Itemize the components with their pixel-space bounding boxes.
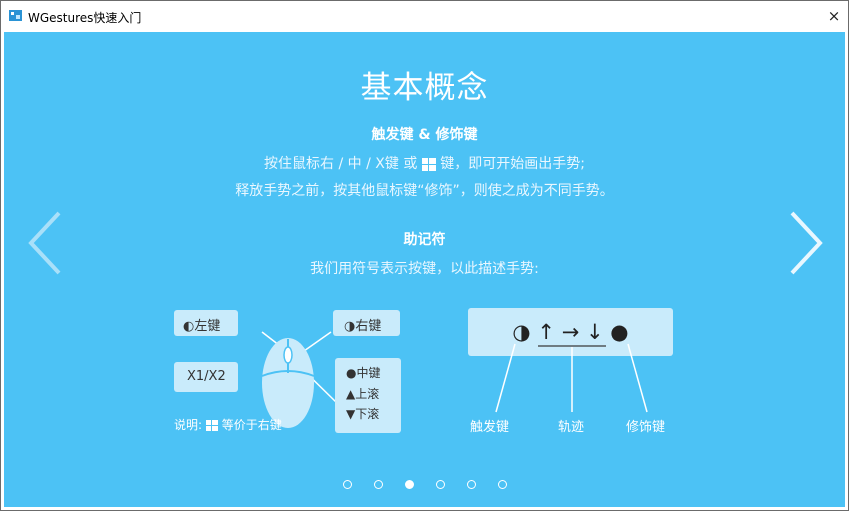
note-before: 说明: [174,418,203,432]
right-key-box: ◑右键 [333,310,400,336]
left-key-label: ◐左键 [183,319,221,334]
close-button[interactable]: × [820,1,848,31]
middle-key-box: ●中键 ▲上滚 ▼下滚 [335,358,401,433]
section-text-line1: 按住鼠标右 / 中 / X键 或 键，即可开始画出手势; [4,153,845,173]
windows-key-icon [421,157,436,171]
title-bar: WGestures快速入门 × [1,1,848,31]
right-key-label: ◑右键 [344,319,382,334]
section-text-line2: 释放手势之前，按其他鼠标键“修饰”，则使之成为不同手势。 [235,183,614,199]
app-window: WGestures快速入门 × 基本概念 触发键 & 修饰键 按住鼠标右 / 中… [0,0,849,511]
pagination-dots [4,474,845,493]
next-arrow-icon[interactable] [785,210,825,276]
page-dot-6[interactable] [497,480,507,489]
page-dot-5[interactable] [466,480,476,489]
scroll-up-label: ▲上滚 [346,387,380,401]
page-dot-2[interactable] [373,480,383,489]
left-key-box: ◐左键 [174,310,238,336]
mnemonic-description: 我们用符号表示按键，以此描述手势: [310,261,539,277]
page-dot-1[interactable] [342,480,352,489]
x-keys-box: X1/X2 [174,362,238,392]
page-heading: 基本概念 [360,70,489,106]
mnemonic-connector-lines [495,343,648,413]
tutorial-page: 基本概念 触发键 & 修饰键 按住鼠标右 / 中 / X键 或 键，即可开始画出… [4,32,845,507]
app-icon [9,10,22,21]
scroll-down-label: ▼下滚 [346,407,380,421]
page-dot-4[interactable] [435,480,445,489]
section-title-mnemonic: 助记符 [403,232,446,248]
windows-key-icon [205,420,218,431]
line1-after: 键，即可开始画出手势; [440,156,585,172]
section-title-keys: 触发键 & 修饰键 [371,127,478,143]
middle-click-label: ●中键 [346,366,381,380]
x-keys-label: X1/X2 [187,369,226,384]
line1-before: 按住鼠标右 / 中 / X键 或 [264,156,418,172]
mouse-note: 说明: 等价于右键 [174,416,282,433]
page-dot-3[interactable] [404,480,414,489]
previous-arrow-icon[interactable] [26,210,66,276]
trigger-key-label: 触发键 [470,420,510,435]
window-title: WGestures快速入门 [28,11,142,25]
note-after: 等价于右键 [221,418,282,432]
track-label: 轨迹 [558,420,585,435]
modifier-key-label: 修饰键 [626,420,666,435]
